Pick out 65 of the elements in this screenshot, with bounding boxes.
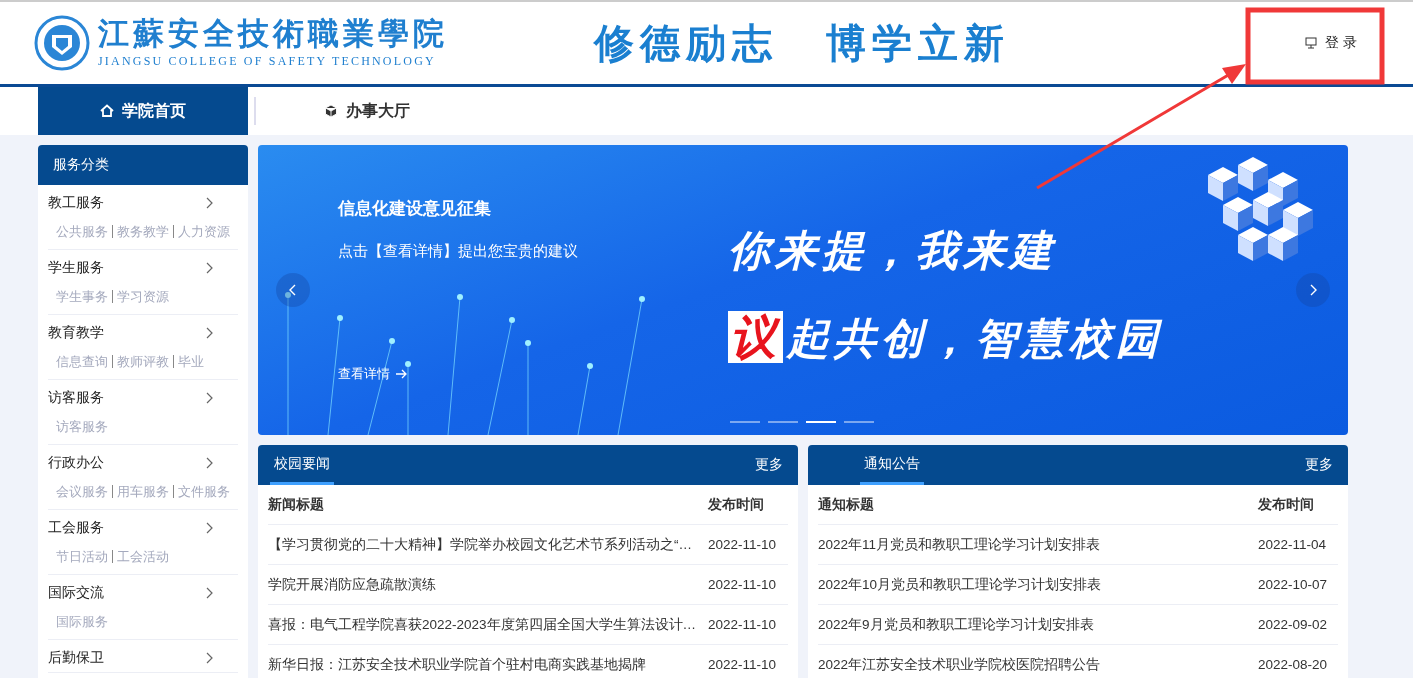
sidebar-item[interactable]: 后勤保卫 [48,649,104,667]
date-cell-text: 2022-11-10 [708,657,778,672]
previous-slide-button[interactable] [276,273,310,307]
banner-slogan: 你来提，我来建 [728,226,1058,276]
panel-tab[interactable]: 校园要闻 [270,445,334,485]
news-title-link[interactable]: 2022年11月党员和教职工理论学习计划安排表 [818,535,1101,554]
slide-indicator[interactable] [806,421,836,423]
chevron-right-icon [206,587,214,599]
cube-icon [324,104,338,118]
chevron-right-icon [206,392,214,404]
chevron-right-icon [206,652,214,664]
news-title-link[interactable]: 新华日报：江苏安全技术职业学院首个驻村电商实践基地揭牌 [268,655,646,674]
chevron-right-icon [206,262,214,274]
details-link[interactable]: 查看详情 [338,365,407,383]
news-title-link[interactable]: 【学习贯彻党的二十大精神】学院举办校园文化艺术节系列活动之“… [268,535,692,554]
column-header: 发布时间 [1258,495,1315,514]
date-cell-text: 2022-11-10 [708,537,778,552]
date-cell-text: 2022-10-07 [1258,577,1329,592]
date-cell-text: 2022-11-04 [1258,537,1328,552]
column-header: 通知标题 [818,495,874,514]
news-title-link[interactable]: 2022年9月党员和教职工理论学习计划安排表 [818,615,1094,634]
home-icon [100,104,114,118]
college-emblem-icon [34,15,90,71]
column-header: 新闻标题 [268,495,324,514]
news-title-link[interactable]: 喜报：电气工程学院喜获2022-2023年度第四届全国大学生算法设计… [268,615,697,634]
more-link[interactable]: 更多 [755,445,783,485]
date-cell-text: 2022-09-02 [1258,617,1329,632]
nav-tab[interactable]: 学院首页 [38,87,248,135]
sidebar-item[interactable]: 教工服务 [48,194,104,212]
chevron-right-icon [206,522,214,534]
banner-slogan: 议起共创，智慧校园 [728,310,1163,365]
panel-tab[interactable]: 通知公告 [860,445,924,485]
chevron-left-icon [289,284,297,296]
news-title-link[interactable]: 2022年10月党员和教职工理论学习计划安排表 [818,575,1102,594]
chevron-right-icon [1309,284,1317,296]
college-name: 江蘇安全技術職業學院 [98,17,448,52]
college-name-english: JIANGSU COLLEGE OF SAFETY TECHNOLOGY [98,53,437,69]
next-slide-button[interactable] [1296,273,1330,307]
date-cell-text: 2022-11-10 [708,617,778,632]
date-cell-text: 2022-08-20 [1258,657,1329,672]
sidebar-item[interactable]: 工会服务 [48,519,104,537]
date-cell-text: 2022-11-10 [708,577,778,592]
slide-indicator[interactable] [844,421,874,423]
slide-indicator[interactable] [768,421,798,423]
arrow-right-icon [396,369,407,379]
sidebar-heading: 服务分类 [38,145,248,185]
sidebar-item[interactable]: 学生服务 [48,259,104,277]
chevron-right-icon [206,197,214,209]
chevron-right-icon [206,327,214,339]
news-title-link[interactable]: 2022年江苏安全技术职业学院校医院招聘公告 [818,655,1101,674]
motto: 博学立新 [826,19,1010,68]
motto: 修德励志 [594,19,778,68]
monitor-icon [1305,37,1318,49]
login-button[interactable]: 登 录 [1299,33,1363,53]
sidebar-item[interactable]: 国际交流 [48,584,104,602]
column-header: 发布时间 [708,495,765,514]
sidebar-item[interactable]: 教育教学 [48,324,104,342]
news-title-link[interactable]: 学院开展消防应急疏散演练 [268,575,436,594]
chevron-right-icon [206,457,214,469]
slide-indicator[interactable] [730,421,760,423]
sidebar-item[interactable]: 访客服务 [48,389,104,407]
banner-subtitle: 点击【查看详情】提出您宝贵的建议 [338,242,579,261]
sidebar-item[interactable]: 行政办公 [48,454,104,472]
banner-title: 信息化建设意见征集 [338,198,492,220]
more-link[interactable]: 更多 [1305,445,1333,485]
